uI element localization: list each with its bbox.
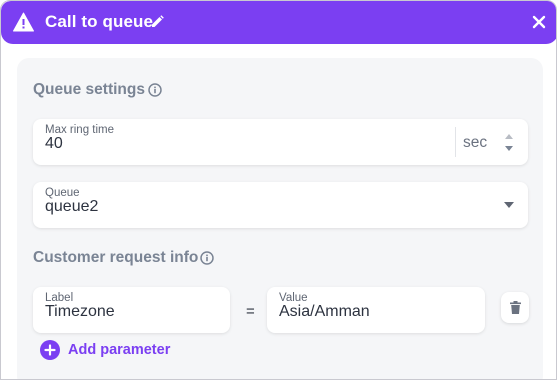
max-ring-time-field[interactable]: Max ring time 40 sec xyxy=(33,119,528,165)
add-parameter-button[interactable]: Add parameter xyxy=(40,340,170,360)
equals-sign: = xyxy=(246,303,255,320)
unit-divider xyxy=(455,127,456,157)
param-label-value[interactable]: Timezone xyxy=(45,303,115,321)
queue-settings-title: Queue settings xyxy=(33,81,145,98)
customer-request-info-title: Customer request info xyxy=(33,249,199,266)
info-circle-icon[interactable] xyxy=(148,83,162,97)
queue-select[interactable]: Queue queue2 xyxy=(33,182,528,228)
param-value-field[interactable]: Value Asia/Amman xyxy=(267,287,485,333)
info-circle-icon[interactable] xyxy=(200,251,214,265)
param-value-value[interactable]: Asia/Amman xyxy=(279,303,370,321)
node-title: Call to queue xyxy=(45,12,154,31)
caret-down-icon[interactable] xyxy=(504,202,514,208)
warning-triangle-icon xyxy=(13,12,34,32)
close-icon[interactable] xyxy=(532,15,546,29)
unit-label: sec xyxy=(463,134,488,151)
delete-param-button[interactable] xyxy=(501,292,529,323)
pencil-icon[interactable] xyxy=(151,15,164,28)
trash-icon xyxy=(509,301,521,314)
call-to-queue-panel: Call to queue Queue settings Max ring ti… xyxy=(0,0,557,380)
stepper-arrows-icon[interactable] xyxy=(504,132,514,154)
add-parameter-label: Add parameter xyxy=(68,342,171,358)
param-label-field[interactable]: Label Timezone xyxy=(33,287,230,333)
max-ring-time-value[interactable]: 40 xyxy=(45,135,63,153)
plus-circle-icon xyxy=(40,340,60,360)
queue-value: queue2 xyxy=(45,198,99,215)
panel-header: Call to queue xyxy=(1,1,556,44)
